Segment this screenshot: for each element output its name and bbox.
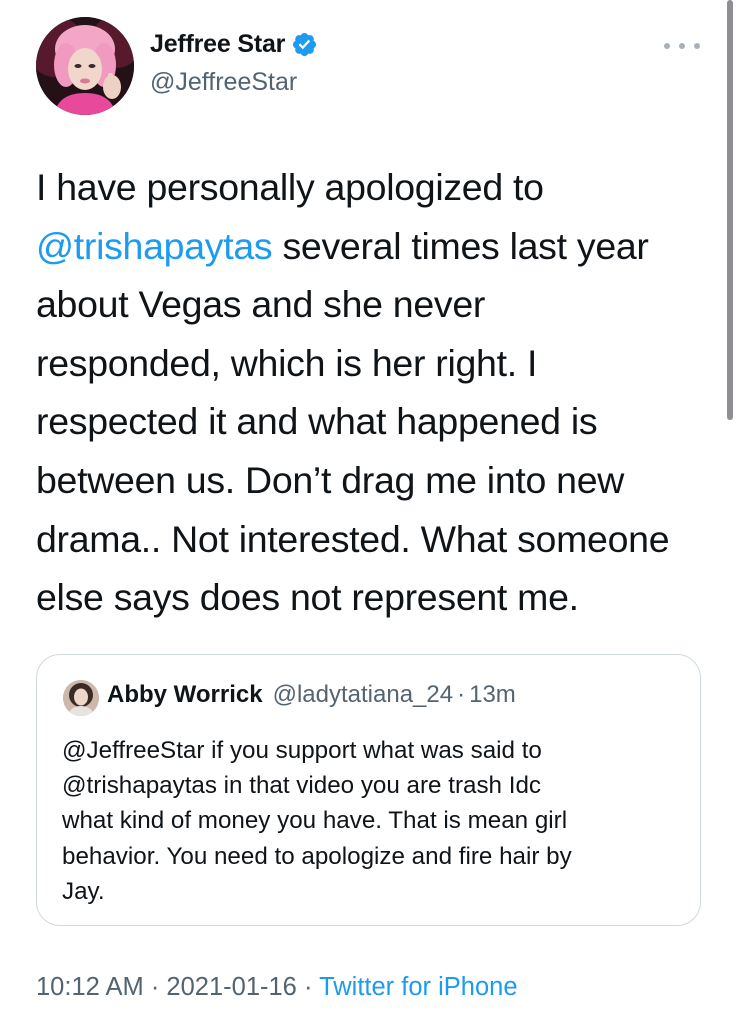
tweet-line: between us. Don’t drag me into new bbox=[36, 451, 712, 510]
tweet-line-text: drama.. Not interested. What someone bbox=[36, 517, 670, 560]
tweet-text: I have personally apologized to @trishap… bbox=[36, 158, 712, 627]
tweet-line: about Vegas and she never bbox=[36, 275, 712, 334]
tweet-line-text: responded, which is her right. I bbox=[36, 341, 538, 384]
scrollbar[interactable] bbox=[727, 0, 733, 420]
more-dot bbox=[679, 43, 685, 49]
quoted-tweet-line: @trishapaytas in that video you are tras… bbox=[62, 772, 541, 800]
tweet-metadata: 10:12 AM · 2021-01-16 · Twitter for iPho… bbox=[36, 973, 518, 1002]
quoted-tweet-header: Abby Worrick @ladytatiana_24 · 13m bbox=[107, 681, 516, 709]
author-name-row[interactable]: Jeffree Star bbox=[150, 30, 318, 59]
tweet-line: responded, which is her right. I bbox=[36, 334, 712, 393]
quoted-tweet-time[interactable]: 13m bbox=[469, 681, 516, 709]
tweet-time[interactable]: 10:12 AM bbox=[36, 973, 144, 1001]
quoted-tweet-line: behavior. You need to apologize and fire… bbox=[62, 842, 572, 870]
quoted-tweet-line: Jay. bbox=[62, 877, 105, 905]
quoted-tweet-card[interactable]: Abby Worrick @ladytatiana_24 · 13m @Jeff… bbox=[36, 654, 701, 926]
quoted-tweet-line: what kind of money you have. That is mea… bbox=[62, 807, 568, 835]
quoted-tweet-line: @JeffreeStar if you support what was sai… bbox=[62, 737, 542, 764]
more-dot bbox=[694, 43, 700, 49]
tweet-line-text: I have personally apologized to bbox=[36, 166, 544, 208]
tweet-line-text: respected it and what happened is bbox=[36, 400, 598, 443]
tweet-line: else says does not represent me. bbox=[36, 568, 712, 627]
quoted-author-handle[interactable]: @ladytatiana_24 bbox=[273, 681, 454, 709]
quoted-avatar-image bbox=[63, 680, 99, 716]
more-dot bbox=[664, 43, 670, 49]
author-name[interactable]: Jeffree Star bbox=[150, 30, 285, 59]
quoted-tweet-text: @JeffreeStar if you support what was sai… bbox=[62, 733, 692, 909]
more-options-icon[interactable] bbox=[664, 36, 700, 56]
quoted-author-avatar[interactable] bbox=[63, 680, 99, 716]
tweet-line: respected it and what happened is bbox=[36, 392, 712, 451]
mention-link[interactable]: @trishapaytas bbox=[36, 225, 273, 267]
meta-separator: · bbox=[296, 973, 320, 1001]
tweet-source-link[interactable]: Twitter for iPhone bbox=[319, 973, 517, 1001]
separator-dot: · bbox=[457, 681, 466, 708]
tweet-line-text: several times last year bbox=[272, 224, 649, 267]
tweet-line: drama.. Not interested. What someone bbox=[36, 510, 712, 569]
quoted-author-name[interactable]: Abby Worrick bbox=[107, 681, 263, 709]
author-handle[interactable]: @JeffreeStar bbox=[150, 68, 297, 97]
meta-separator: · bbox=[143, 973, 167, 1001]
tweet-detail-view: Jeffree Star @JeffreeStar I have persona… bbox=[0, 0, 738, 1024]
tweet-line: I have personally apologized to bbox=[36, 158, 712, 217]
avatar-image bbox=[36, 17, 134, 115]
author-avatar[interactable] bbox=[36, 17, 134, 115]
tweet-date[interactable]: 2021-01-16 bbox=[166, 973, 296, 1001]
tweet-line-text: about Vegas and she never bbox=[36, 283, 486, 326]
verified-badge-icon bbox=[293, 32, 317, 57]
tweet-line-text: else says does not represent me. bbox=[36, 576, 579, 619]
tweet-line-text: between us. Don’t drag me into new bbox=[36, 458, 625, 501]
tweet-line: @trishapaytas several times last year bbox=[36, 217, 712, 276]
